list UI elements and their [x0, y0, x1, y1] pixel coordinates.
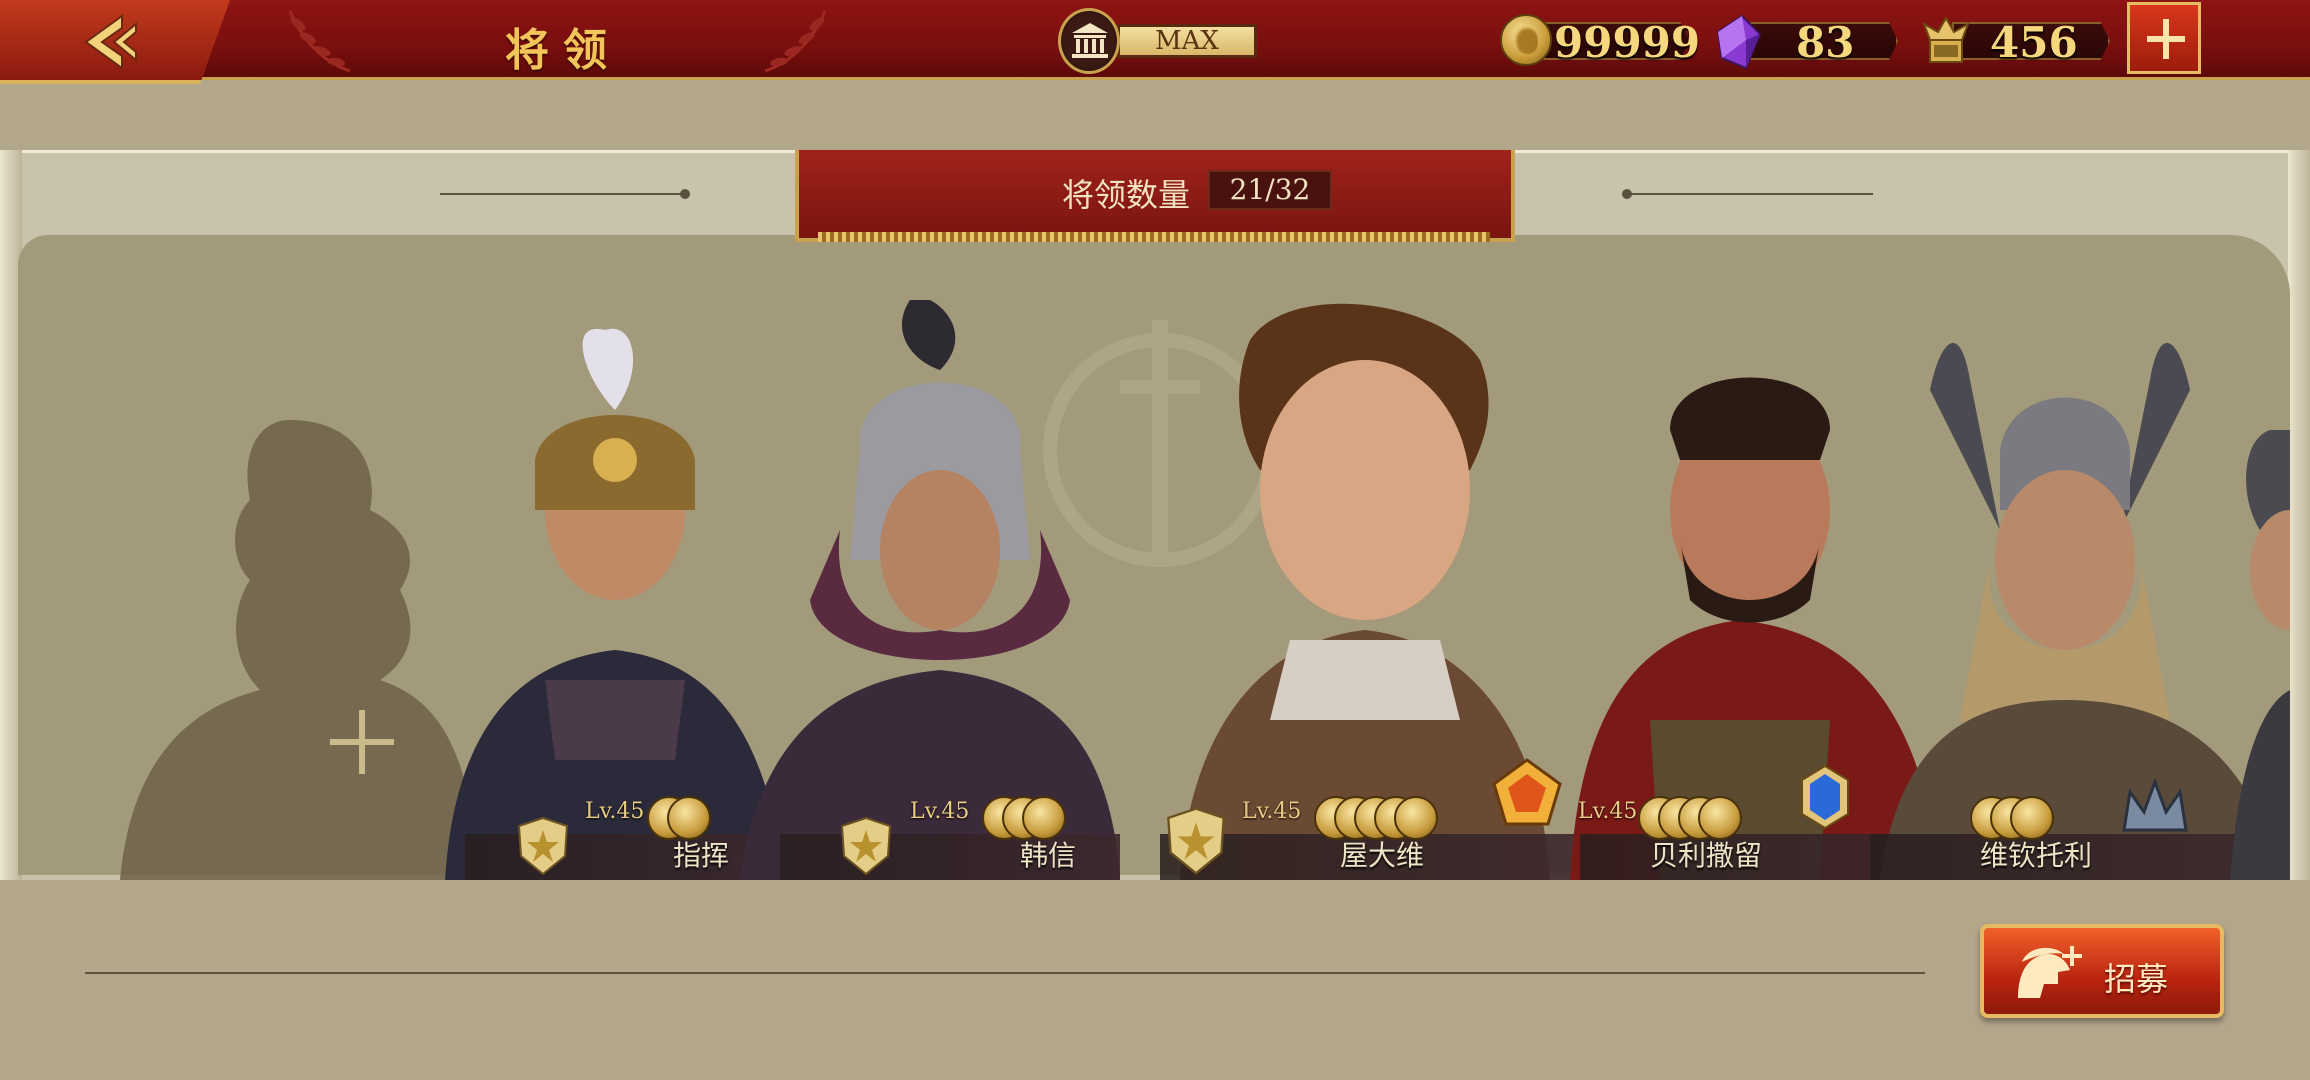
back-arrow-icon — [84, 14, 137, 70]
general-portrait — [445, 328, 785, 880]
general-level: Lv.45 — [910, 799, 970, 824]
general-name: 指挥 — [673, 839, 730, 872]
general-name: 贝利撒留 — [1650, 839, 1763, 872]
rank-star-badge-icon — [517, 816, 569, 876]
building-level-bar: MAX — [1117, 24, 1257, 58]
general-nameplate — [465, 834, 785, 880]
divider-dot — [1622, 189, 1632, 199]
general-card-selected[interactable]: Lv.45 屋大维 — [1060, 300, 1600, 880]
spqr-eagle-icon — [1922, 15, 1970, 63]
frame-rail-right — [2288, 150, 2310, 890]
add-resource-button[interactable] — [2127, 2, 2201, 74]
divider-dot — [680, 189, 690, 199]
banner-fringe — [818, 232, 1490, 242]
building-button[interactable] — [1058, 8, 1120, 74]
add-general-plus-icon[interactable] — [330, 710, 394, 774]
divider — [440, 193, 685, 195]
general-name: 屋大维 — [1340, 839, 1425, 872]
general-portrait — [1880, 342, 2280, 880]
page-title: 将领 — [505, 25, 621, 76]
top-bar: 将领 MAX 99999 83 456 — [0, 0, 2310, 84]
rank-star-badge-icon — [1167, 807, 1225, 875]
laurel-right-icon — [764, 10, 827, 73]
general-card[interactable]: Lv.45 指挥 — [425, 300, 785, 880]
general-level: Lv.45 — [1242, 799, 1302, 824]
purple-gem-icon — [1716, 14, 1762, 70]
gem-resource[interactable]: 83 — [1716, 14, 1898, 70]
general-name: 维钦托利 — [1980, 839, 2093, 872]
laurel-left-icon — [288, 10, 351, 73]
footer-divider — [85, 972, 1925, 974]
recruit-helmet-icon — [2018, 946, 2082, 998]
general-count-value: 21/32 — [1208, 170, 1332, 210]
spqr-resource[interactable]: 456 — [1920, 14, 2110, 67]
gold-value: 99999 — [1554, 18, 1701, 67]
blue-gem-icon — [1801, 764, 1849, 830]
gem-value: 83 — [1796, 18, 1855, 67]
divider — [1628, 193, 1873, 195]
general-card[interactable]: 维钦托利 — [1870, 300, 2290, 880]
recruit-button[interactable]: 招募 — [1980, 924, 2224, 1018]
general-card-partial[interactable] — [2230, 420, 2290, 880]
general-count-label: 将领数量 — [1062, 176, 1191, 214]
temple-icon — [1072, 23, 1108, 58]
back-button[interactable] — [0, 0, 230, 84]
crown-icon — [2122, 778, 2188, 832]
general-level: Lv.45 — [585, 799, 645, 824]
recruit-label: 招募 — [2104, 960, 2169, 998]
spqr-value: 456 — [1990, 18, 2078, 67]
general-level: Lv.45 — [1578, 799, 1638, 824]
rank-star-badge-icon — [840, 816, 892, 876]
floor — [0, 880, 2310, 1080]
gold-resource[interactable]: 99999 — [1500, 14, 1700, 67]
gold-coin-icon — [1500, 14, 1552, 66]
